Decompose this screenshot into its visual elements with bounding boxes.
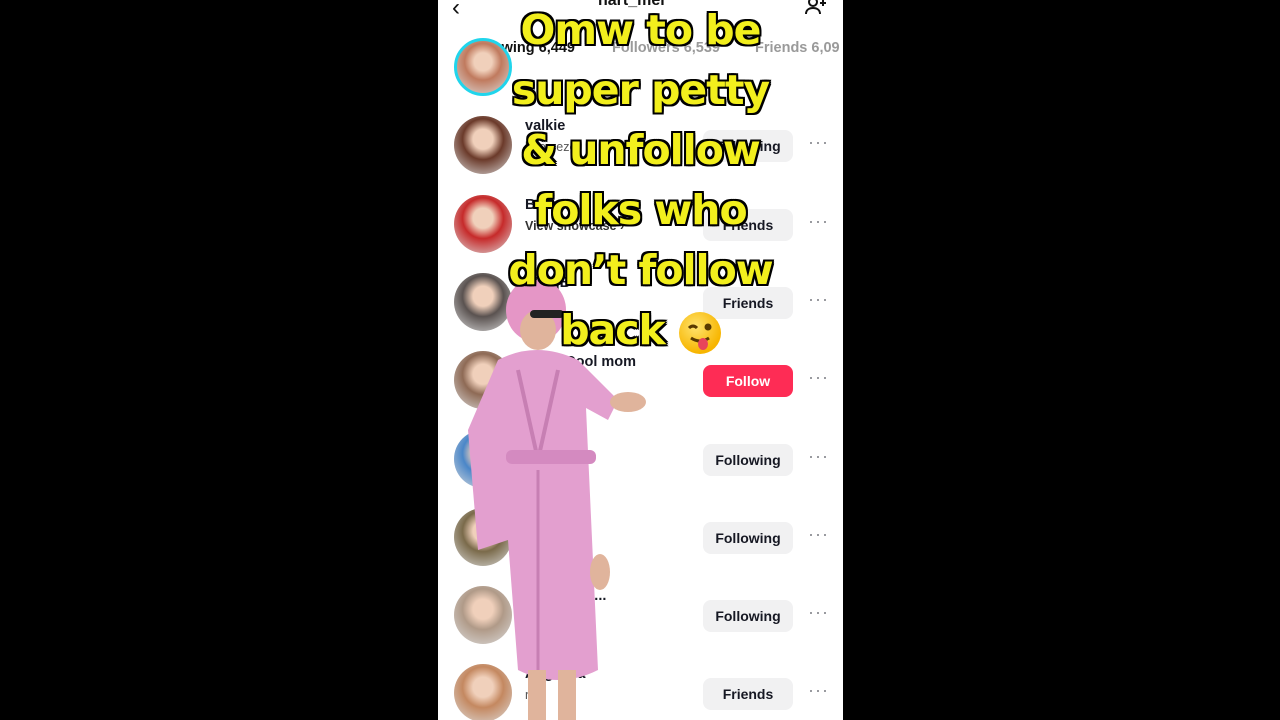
- video-caption: Omw to be super petty & unfollow folks w…: [438, 0, 843, 360]
- caption-line-5: don’t follow: [508, 246, 773, 294]
- caption-line-6-wrap: back: [438, 300, 843, 360]
- caption-line-1: Omw to be: [520, 6, 762, 54]
- caption-line-3: & unfollow: [521, 126, 761, 174]
- more-options-icon[interactable]: ···: [808, 680, 829, 701]
- more-options-icon[interactable]: ···: [808, 602, 829, 623]
- following-button[interactable]: Following: [703, 521, 793, 554]
- more-options-icon[interactable]: ···: [808, 524, 829, 545]
- caption-line-2: super petty: [511, 66, 770, 114]
- caption-line-6: back: [560, 306, 666, 354]
- more-options-icon[interactable]: ···: [808, 367, 829, 388]
- follow-button[interactable]: Follow: [703, 365, 793, 398]
- winking-face-tongue-icon: [678, 312, 721, 354]
- following-button[interactable]: Following: [703, 443, 793, 476]
- following-button[interactable]: Following: [703, 600, 793, 633]
- more-options-icon[interactable]: ···: [808, 446, 829, 467]
- caption-line-4: folks who: [534, 186, 747, 234]
- friends-button[interactable]: Friends: [703, 678, 793, 711]
